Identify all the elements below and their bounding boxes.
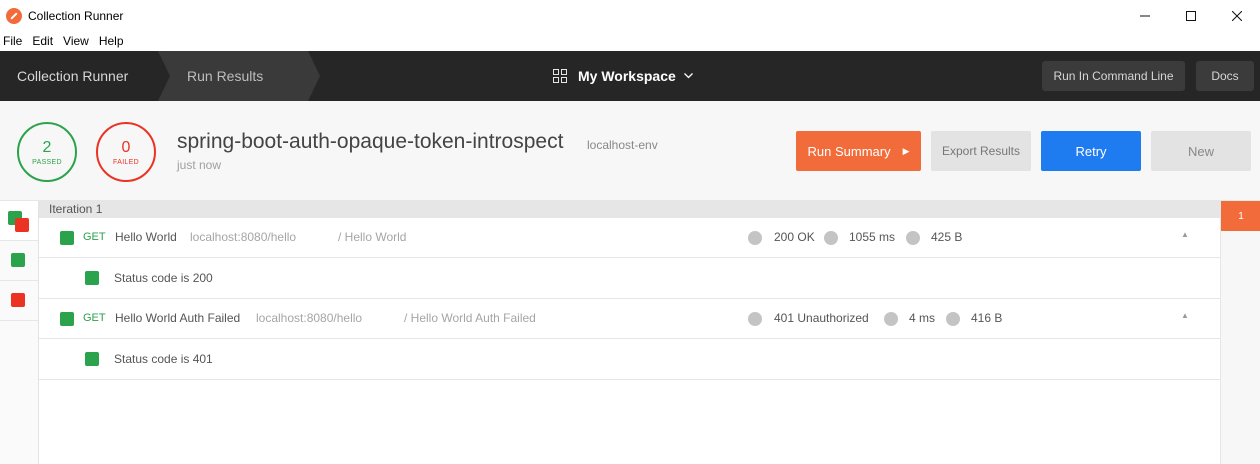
pass-status-icon (11, 253, 25, 267)
request-method: GET (83, 231, 106, 243)
caret-right-icon: ▶ (902, 145, 910, 156)
workspace-switcher[interactable]: My Workspace (553, 51, 693, 101)
breadcrumb-separator (308, 51, 320, 101)
request-status-rail (0, 201, 39, 464)
run-summary-button[interactable]: Run Summary ▶ (796, 131, 921, 171)
test-row: Status code is 200 (39, 258, 1220, 299)
fail-status-icon (11, 293, 25, 307)
retry-button[interactable]: Retry (1041, 131, 1141, 171)
request-row[interactable]: GET Hello World Auth Failed localhost:80… (39, 299, 1220, 339)
size-dot-icon (946, 312, 960, 326)
iteration-header: Iteration 1 (39, 201, 1220, 218)
failed-count-ring: 0 FAILED (96, 122, 156, 182)
menu-help[interactable]: Help (99, 34, 124, 48)
iteration-rail: 1 (1220, 201, 1260, 464)
rail-item-iteration[interactable] (0, 201, 38, 241)
failed-label: FAILED (113, 158, 139, 166)
environment-name: localhost-env (587, 138, 658, 152)
time-dot-icon (884, 312, 898, 326)
test-name: Status code is 200 (114, 271, 213, 285)
window-title: Collection Runner (28, 8, 124, 23)
test-row: Status code is 401 (39, 339, 1220, 380)
run-in-command-line-button[interactable]: Run In Command Line (1042, 61, 1185, 91)
menu-file[interactable]: File (3, 34, 22, 48)
maximize-icon[interactable] (1168, 0, 1214, 31)
collapse-caret-icon[interactable]: ▲ (1181, 311, 1189, 320)
breadcrumb-separator (158, 51, 170, 101)
request-name: Hello World Auth Failed (115, 311, 241, 325)
status-dot-icon (748, 231, 762, 245)
request-method: GET (83, 312, 106, 324)
window-titlebar: Collection Runner (0, 0, 1260, 31)
failed-count: 0 (121, 138, 131, 156)
request-row[interactable]: GET Hello World localhost:8080/hello / H… (39, 218, 1220, 258)
response-size: 425 B (931, 230, 963, 244)
response-status: 200 OK (774, 230, 815, 244)
export-results-button[interactable]: Export Results (931, 131, 1031, 171)
pass-status-icon (60, 312, 74, 326)
response-time: 1055 ms (849, 230, 896, 244)
breadcrumb-run-results[interactable]: Run Results (158, 51, 308, 101)
pass-status-icon (85, 271, 99, 285)
request-url: localhost:8080/hello (190, 230, 297, 244)
menu-edit[interactable]: Edit (32, 34, 53, 48)
workspace-grid-icon (553, 69, 567, 83)
new-button[interactable]: New (1151, 131, 1251, 171)
chevron-down-icon (683, 73, 693, 79)
passed-count-ring: 2 PASSED (17, 122, 77, 182)
menu-bar: File Edit View Help (0, 31, 1260, 51)
run-summary-label: Run Summary (807, 143, 891, 159)
response-size: 416 B (971, 311, 1003, 325)
request-name: Hello World (115, 230, 177, 244)
response-status: 401 Unauthorized (774, 311, 869, 325)
iteration-tab[interactable]: 1 (1221, 201, 1260, 231)
passed-label: PASSED (32, 158, 62, 166)
minimize-icon[interactable] (1122, 0, 1168, 31)
postman-logo-icon (6, 7, 22, 24)
test-name: Status code is 401 (114, 352, 213, 366)
close-icon[interactable] (1214, 0, 1260, 31)
pass-status-icon (85, 352, 99, 366)
time-dot-icon (824, 231, 838, 245)
request-path: / Hello World Auth Failed (404, 311, 536, 325)
passed-count: 2 (42, 138, 52, 156)
menu-view[interactable]: View (63, 34, 89, 48)
request-path: / Hello World (338, 230, 407, 244)
pass-status-icon (60, 231, 74, 245)
workspace-name: My Workspace (578, 68, 676, 84)
response-time: 4 ms (909, 311, 936, 325)
collapse-caret-icon[interactable]: ▲ (1181, 230, 1189, 239)
request-url: localhost:8080/hello (256, 311, 363, 325)
status-dot-icon (748, 312, 762, 326)
runner-header: Collection Runner Run Results My Workspa… (0, 51, 1260, 101)
fail-status-icon (15, 218, 29, 232)
rail-item-passed[interactable] (0, 241, 38, 281)
run-summary-panel: 2 PASSED 0 FAILED spring-boot-auth-opaqu… (0, 101, 1260, 201)
collection-name: spring-boot-auth-opaque-token-introspect (177, 130, 564, 153)
breadcrumb-collection-runner[interactable]: Collection Runner (0, 51, 158, 101)
run-timestamp: just now (177, 158, 222, 172)
rail-item-failed[interactable] (0, 281, 38, 321)
window-controls (1122, 0, 1260, 31)
docs-button[interactable]: Docs (1196, 61, 1254, 91)
size-dot-icon (906, 231, 920, 245)
